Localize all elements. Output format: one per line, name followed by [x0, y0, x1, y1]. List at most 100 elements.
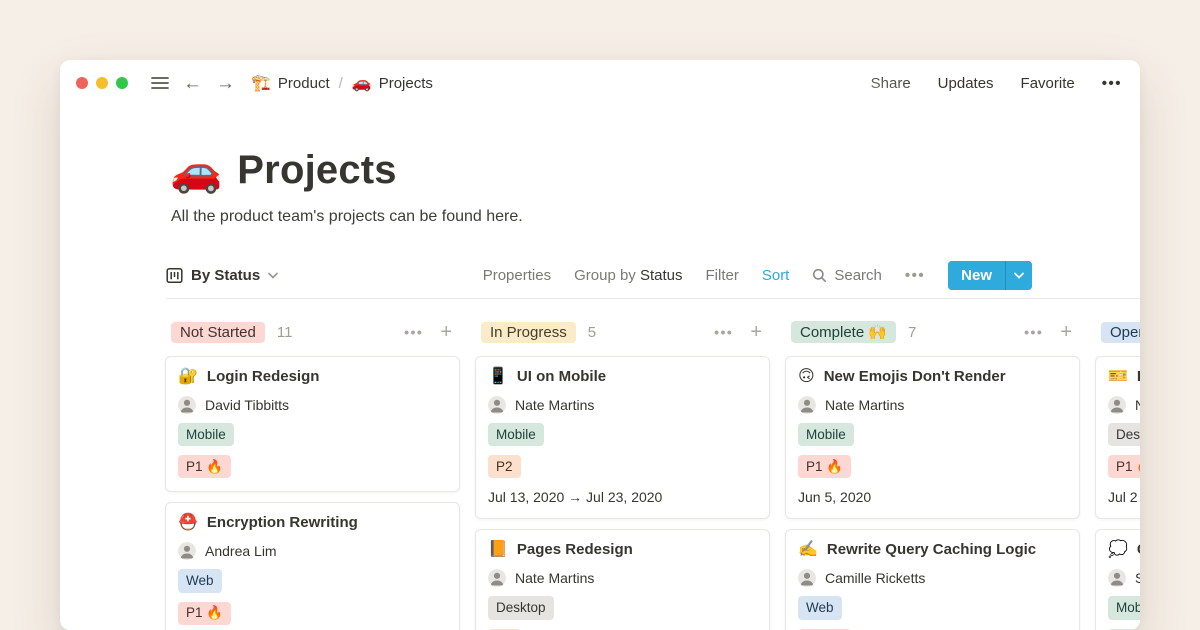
card-tag-row: Mobile [488, 423, 757, 446]
page-icon-car[interactable]: 🚗 [170, 150, 222, 192]
card-title: UI on Mobile [517, 368, 606, 385]
card-title: New Emojis Don't Render [824, 368, 1006, 385]
card-emoji-icon: 🎫 [1108, 369, 1128, 385]
column-count: 5 [588, 324, 596, 341]
board-column: In Progress 5 ••• + 📱UI on Mobile Nate Martin… [475, 320, 770, 630]
search-label: Search [834, 267, 882, 284]
new-dropdown-chevron-icon[interactable] [1005, 261, 1032, 290]
column-add-icon[interactable]: + [1060, 322, 1072, 342]
card-date: Jun 5, 2020 [798, 489, 1067, 505]
card-person-name: Nate Martins [515, 570, 594, 586]
column-status-badge[interactable]: In Progress [481, 322, 576, 343]
view-switcher-label: By Status [191, 267, 260, 284]
card-person-name: Nate Martins [515, 397, 594, 413]
card-person-row: Nate Martins [488, 569, 757, 587]
column-more-icon[interactable]: ••• [404, 324, 423, 340]
back-arrow-icon[interactable]: ← [183, 74, 202, 93]
card-tag-row: P1 🔥 [178, 455, 447, 478]
avatar [1108, 396, 1126, 414]
window-topbar: ← → 🏗️ Product / 🚗 Projects Share Update… [60, 60, 1140, 106]
card-tag: Desktop [488, 596, 554, 619]
filter-button[interactable]: Filter [706, 267, 739, 284]
card-title-row: ✍️Rewrite Query Caching Logic [798, 541, 1067, 558]
card[interactable]: 💭CSMobileP4 [1095, 529, 1140, 630]
card[interactable]: 🎫PNDesktopP1 🔥Jul 2 [1095, 356, 1140, 519]
column-count: 11 [277, 324, 293, 341]
minimize-window-icon[interactable] [96, 77, 108, 89]
column-status-badge[interactable]: Open [1101, 322, 1140, 343]
card-emoji-icon: 💭 [1108, 542, 1128, 558]
card-person-row: Camille Ricketts [798, 569, 1067, 587]
chevron-down-icon [268, 272, 278, 279]
toolbar-more-icon[interactable]: ••• [905, 267, 925, 284]
card[interactable]: 📱UI on MobileNate MartinsMobileP2Jul 13,… [475, 356, 770, 519]
card[interactable]: 📙Pages RedesignNate MartinsDesktopP2 [475, 529, 770, 630]
card-emoji-icon: 🔐 [178, 369, 198, 385]
new-button[interactable]: New [948, 261, 1032, 290]
car-icon: 🚗 [352, 73, 372, 93]
card-person-row: Nate Martins [488, 396, 757, 414]
column-add-icon[interactable]: + [750, 322, 762, 342]
more-options-icon[interactable]: ••• [1102, 75, 1122, 92]
page-background: ← → 🏗️ Product / 🚗 Projects Share Update… [0, 0, 1200, 630]
column-status-badge[interactable]: Not Started [171, 322, 265, 343]
column-header-icons: ••• + [1024, 322, 1072, 342]
avatar [488, 396, 506, 414]
card-person-name: David Tibbitts [205, 397, 289, 413]
column-header: Complete 🙌 7 ••• + [785, 320, 1080, 344]
avatar [1108, 569, 1126, 587]
zoom-window-icon[interactable] [116, 77, 128, 89]
forward-arrow-icon[interactable]: → [216, 74, 235, 93]
page-subtitle[interactable]: All the product team's projects can be f… [171, 208, 1032, 226]
board-column: Not Started11•••+🔐Login RedesignDavid Ti… [165, 320, 460, 630]
close-window-icon[interactable] [76, 77, 88, 89]
card[interactable]: 🔐Login RedesignDavid TibbittsMobileP1 🔥 [165, 356, 460, 492]
page-title[interactable]: Projects [237, 148, 396, 193]
card-tag: P1 🔥 [1108, 455, 1140, 478]
card-tag: Mobile [798, 423, 854, 446]
column-header: Not Started 11 ••• + [165, 320, 460, 344]
column-more-icon[interactable]: ••• [1024, 324, 1043, 340]
group-by-button[interactable]: Group by Status [574, 267, 682, 284]
breadcrumb-label: Projects [379, 75, 433, 92]
card-title-row: 📱UI on Mobile [488, 368, 757, 385]
column-cards: 🙃New Emojis Don't RenderNate MartinsMobi… [785, 356, 1080, 630]
breadcrumb: 🏗️ Product / 🚗 Projects [251, 73, 433, 93]
favorite-button[interactable]: Favorite [1021, 75, 1075, 92]
card-title: C [1137, 541, 1140, 558]
card[interactable]: ⛑️Encryption RewritingAndrea LimWebP1 🔥 [165, 502, 460, 630]
search-button[interactable]: Search [812, 267, 882, 284]
new-button-label[interactable]: New [948, 261, 1005, 290]
breadcrumb-label: Product [278, 75, 330, 92]
card-tag: Mobile [178, 423, 234, 446]
share-button[interactable]: Share [871, 75, 911, 92]
breadcrumb-separator: / [339, 75, 343, 92]
card-tag: P1 🔥 [798, 455, 851, 478]
sort-button[interactable]: Sort [762, 267, 790, 284]
card-tag: P1 🔥 [178, 455, 231, 478]
hamburger-menu-icon[interactable] [151, 76, 169, 90]
card-emoji-icon: ⛑️ [178, 515, 198, 531]
column-more-icon[interactable]: ••• [714, 324, 733, 340]
card-tag-row: Mobile [178, 423, 447, 446]
card-title: Pages Redesign [517, 541, 633, 558]
card[interactable]: 🙃New Emojis Don't RenderNate MartinsMobi… [785, 356, 1080, 519]
card-person-name: S [1135, 570, 1140, 586]
card-tag-row: Web [178, 569, 447, 592]
column-status-badge[interactable]: Complete 🙌 [791, 321, 896, 343]
column-count: 7 [908, 324, 916, 341]
column-add-icon[interactable]: + [440, 322, 452, 342]
view-switcher[interactable]: By Status [166, 267, 278, 284]
card[interactable]: ✍️Rewrite Query Caching Logic Camille Ric… [785, 529, 1080, 630]
breadcrumb-item-product[interactable]: 🏗️ Product [251, 73, 330, 93]
card-title-row: ⛑️Encryption Rewriting [178, 514, 447, 531]
board-column: Complete 🙌 7 ••• + 🙃New Emojis Don't RenderN… [785, 320, 1080, 630]
properties-button[interactable]: Properties [483, 267, 551, 284]
topbar-actions: Share Updates Favorite ••• [871, 75, 1122, 92]
breadcrumb-item-projects[interactable]: 🚗 Projects [352, 73, 433, 93]
view-toolbar: By Status Properties Group by Status Fil… [166, 261, 1032, 290]
card-tag-row: Mobile [1108, 596, 1140, 619]
updates-button[interactable]: Updates [938, 75, 994, 92]
card-tag-row: Mobile [798, 423, 1067, 446]
card-tag-row: P1 🔥 [798, 455, 1067, 478]
